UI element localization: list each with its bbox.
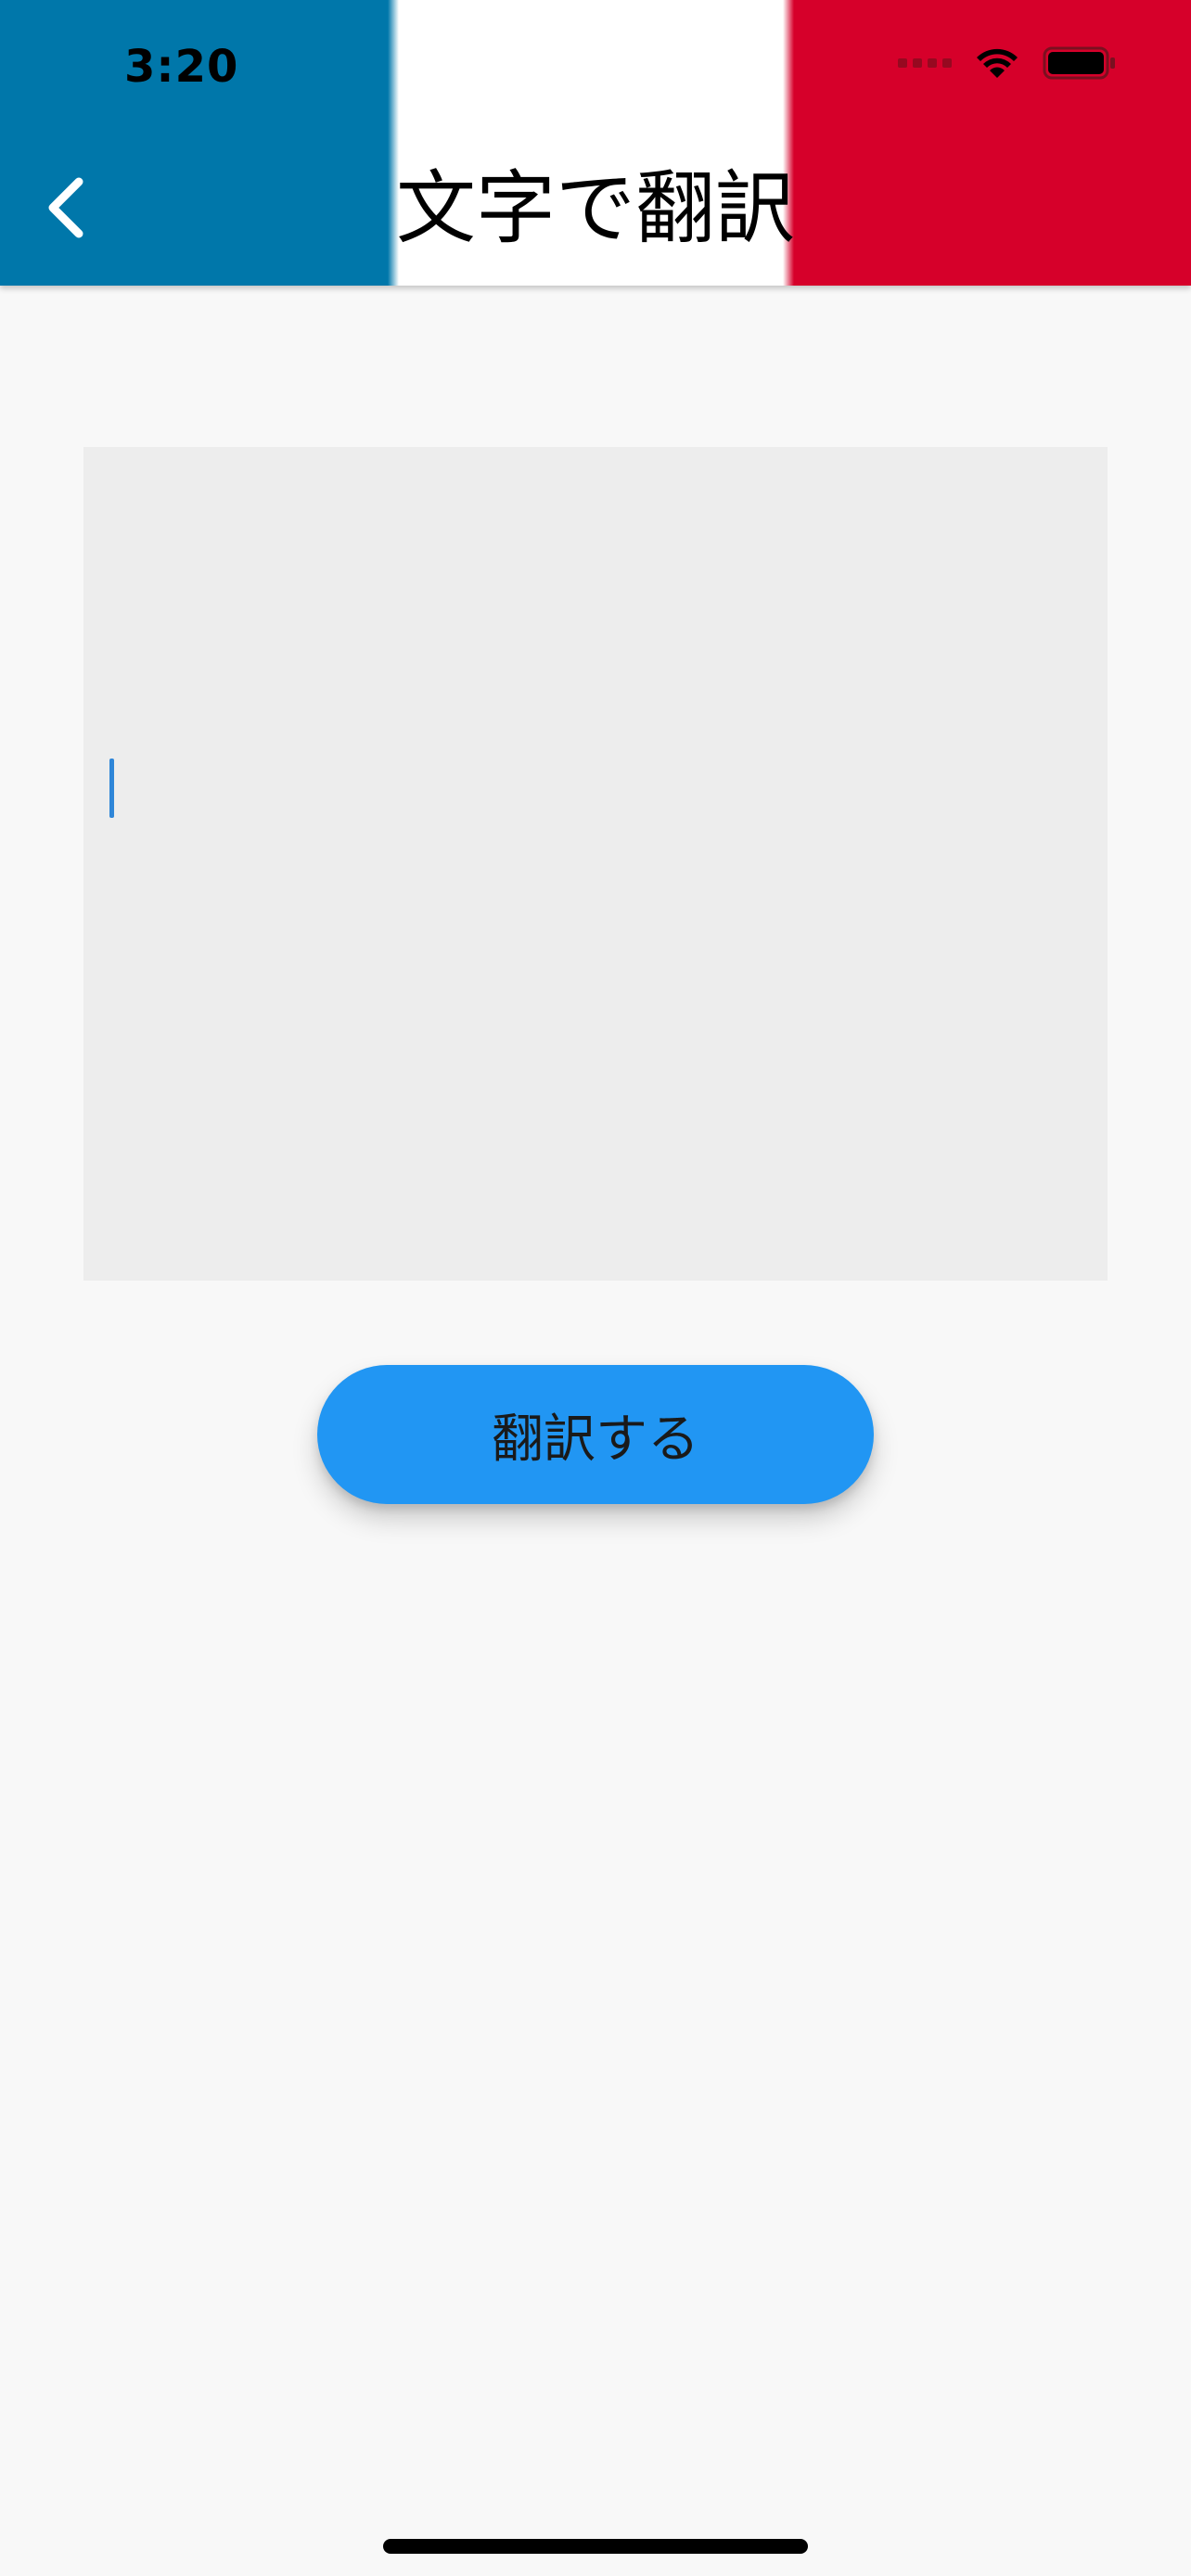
signal-icon: [898, 58, 952, 68]
text-cursor: [109, 759, 114, 818]
status-icons: [898, 45, 1117, 82]
battery-icon: [1043, 46, 1115, 80]
wifi-icon: [977, 48, 1018, 78]
status-time: 3:20: [124, 41, 239, 93]
translate-button[interactable]: 翻訳する: [317, 1365, 874, 1504]
translate-text-input[interactable]: [83, 447, 1108, 1281]
translate-button-label: 翻訳する: [492, 1409, 699, 1470]
home-indicator[interactable]: [383, 2539, 808, 2554]
page-title: 文字で翻訳: [396, 162, 795, 255]
